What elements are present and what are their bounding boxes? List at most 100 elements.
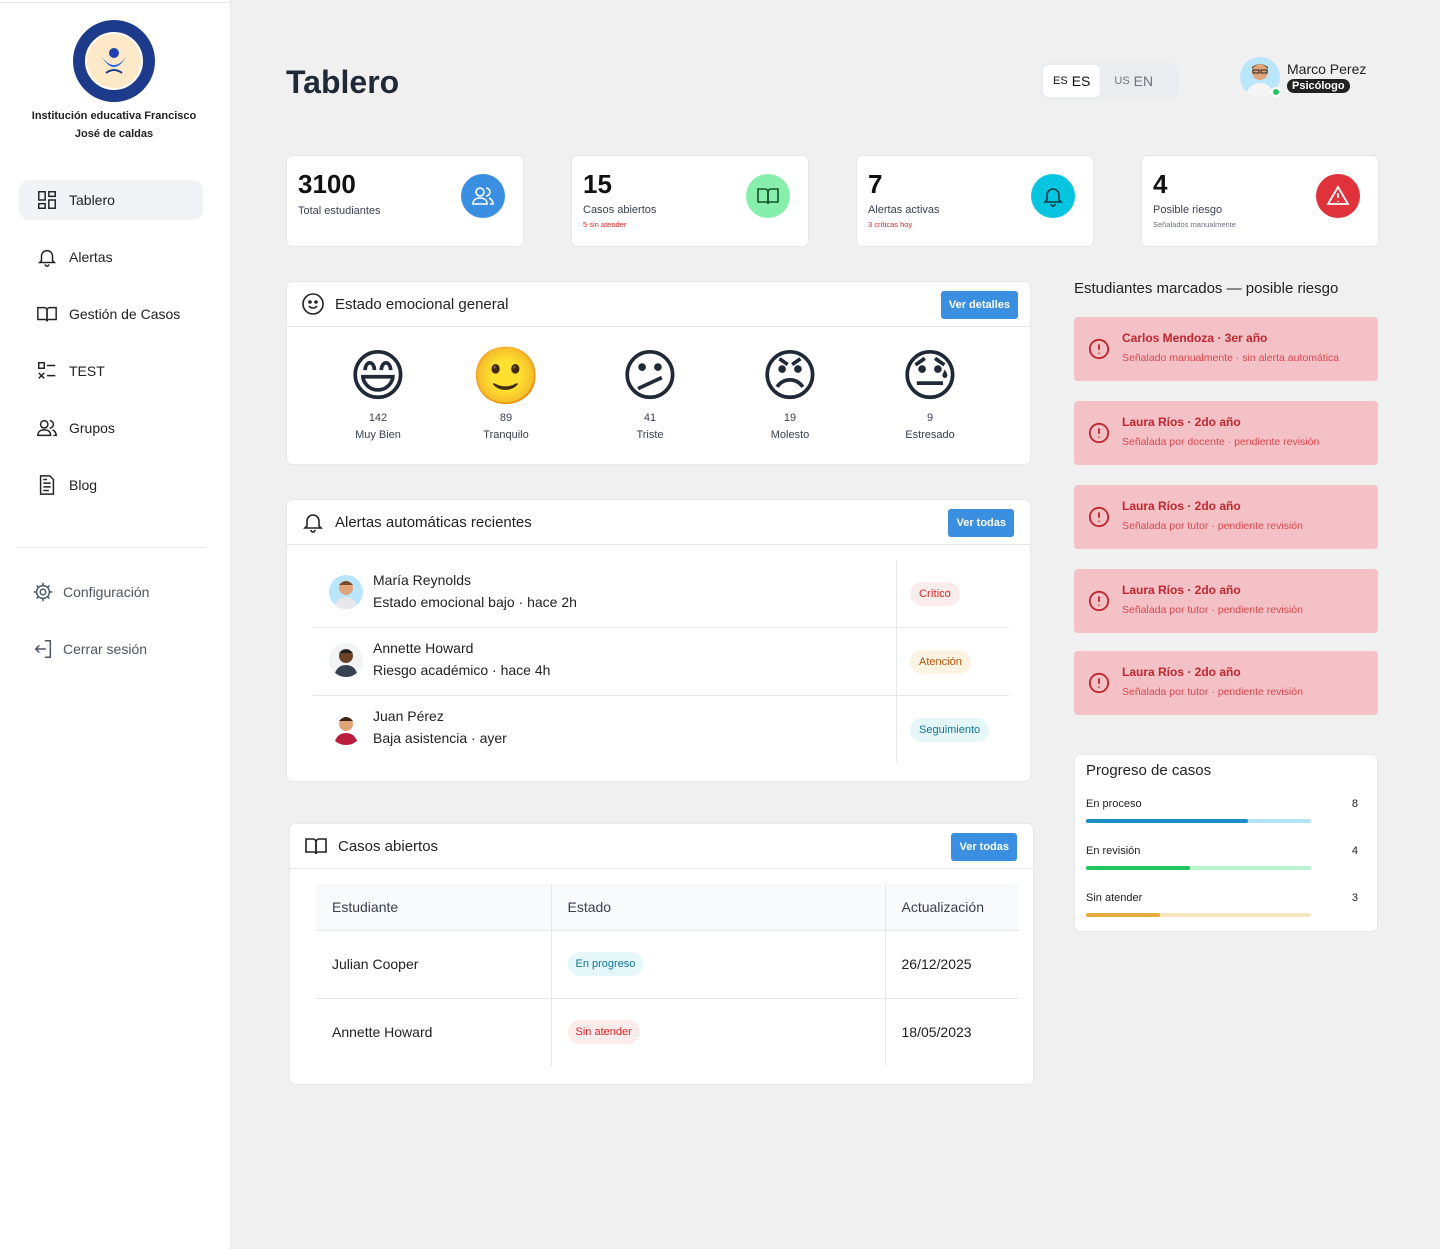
risk-desc: Señalado manualmente · sin alerta automá… xyxy=(1122,352,1340,364)
nav-item-test[interactable]: TEST xyxy=(19,351,203,391)
stat-label: Posible riesgo xyxy=(1153,204,1223,216)
risk-card[interactable]: Laura Ríos · 2do año Señalada por docent… xyxy=(1074,401,1378,465)
student-cell: Annette Howard xyxy=(332,1024,433,1041)
view-details-button[interactable]: Ver detalles xyxy=(940,291,1018,319)
stat-value: 7 xyxy=(868,169,883,199)
risk-student-name: Carlos Mendoza · 3er año xyxy=(1122,331,1268,345)
view-all-cases-button[interactable]: Ver todas xyxy=(951,833,1017,861)
nav-label: Grupos xyxy=(69,420,115,436)
nav-item-gestion-casos[interactable]: Gestión de Casos xyxy=(19,294,203,334)
settings-link[interactable]: Configuración xyxy=(32,580,149,604)
nav-item-blog[interactable]: Blog xyxy=(19,465,203,505)
emotion-name: Estresado xyxy=(905,429,955,441)
date-cell: 26/12/2025 xyxy=(884,930,1019,999)
alert-row[interactable]: Juan Pérez Baja asistencia · ayer Seguim… xyxy=(313,696,1009,764)
stat-label: Casos abiertos xyxy=(583,204,657,216)
panel-title: Progreso de casos xyxy=(1086,762,1212,779)
risk-desc: Señalada por tutor · pendiente revisión xyxy=(1122,604,1303,616)
smiling-face-icon: 🙂 xyxy=(471,344,541,409)
risk-desc: Señalada por tutor · pendiente revisión xyxy=(1122,686,1303,698)
settings-label: Configuración xyxy=(63,584,150,600)
view-all-alerts-button[interactable]: Ver todas xyxy=(948,509,1014,537)
risk-desc: Señalada por tutor · pendiente revisión xyxy=(1122,520,1303,532)
emotion-name: Tranquilo xyxy=(483,429,529,441)
lang-es-button[interactable]: ES ES xyxy=(1043,65,1101,97)
case-progress-panel: Progreso de casos En proceso 8 En revisi… xyxy=(1074,754,1378,932)
risk-card[interactable]: Carlos Mendoza · 3er año Señalado manual… xyxy=(1074,317,1378,381)
cases-table: Estudiante Estado Actualización Julian C… xyxy=(316,884,1019,1066)
book-icon xyxy=(305,838,327,855)
column-header-updated[interactable]: Actualización xyxy=(884,884,1019,931)
risk-card[interactable]: Laura Ríos · 2do año Señalada por tutor … xyxy=(1074,569,1378,633)
nav-item-alertas[interactable]: Alertas xyxy=(19,237,203,277)
nav-label: Blog xyxy=(69,477,98,493)
risk-card[interactable]: Laura Ríos · 2do año Señalada por tutor … xyxy=(1074,485,1378,549)
emotion-count: 41 xyxy=(643,412,657,424)
alert-row[interactable]: Annette Howard Riesgo académico · hace 4… xyxy=(313,628,1009,696)
confused-face-icon: 😕 xyxy=(620,344,680,409)
alert-desc: Estado emocional bajo · hace 2h xyxy=(373,594,577,610)
book-icon xyxy=(746,174,790,218)
status-cell: En progreso xyxy=(550,930,885,999)
progress-label: En proceso xyxy=(1086,798,1142,810)
alert-circle-icon xyxy=(1088,590,1110,612)
panel-title: Alertas automáticas recientes xyxy=(335,513,532,531)
nav-divider xyxy=(16,547,206,548)
alert-row[interactable]: María Reynolds Estado emocional bajo · h… xyxy=(313,560,1009,628)
risk-card[interactable]: Laura Ríos · 2do año Señalada por tutor … xyxy=(1074,651,1378,715)
avatar xyxy=(329,575,363,609)
flag-us: US xyxy=(1114,75,1130,87)
nav-label: Tablero xyxy=(69,192,115,208)
stat-value: 4 xyxy=(1153,169,1168,199)
user-avatar[interactable] xyxy=(1240,57,1281,97)
progress-fill xyxy=(1086,819,1248,823)
status-badge: Sin atender xyxy=(567,1020,640,1045)
book-icon xyxy=(37,306,57,322)
stat-label: Total estudiantes xyxy=(298,205,381,217)
table-row[interactable]: Annette Howard Sin atender 18/05/2023 xyxy=(316,998,1019,1066)
emotion-stressed: 😓 9 Estresado xyxy=(885,344,975,441)
logout-icon xyxy=(34,640,52,658)
open-cases-panel: Casos abiertos Ver todas Estudiante Esta… xyxy=(289,823,1034,1085)
nav-label: Gestión de Casos xyxy=(69,306,181,322)
logout-link[interactable]: Cerrar sesión xyxy=(32,637,147,661)
progress-value: 3 xyxy=(1351,892,1358,904)
stat-card-risk: 4 Posible riesgo Señalados manualmente xyxy=(1141,155,1379,247)
progress-fill xyxy=(1086,866,1190,870)
emotion-sad: 😕 41 Triste xyxy=(605,344,695,441)
column-header-status[interactable]: Estado xyxy=(550,884,885,931)
table-row[interactable]: Julian Cooper En progreso 26/12/2025 xyxy=(316,930,1019,999)
emotion-count: 19 xyxy=(783,412,797,424)
sidebar: Institución educativa Francisco José de … xyxy=(0,0,231,1249)
document-icon xyxy=(39,475,55,495)
stat-sub: 3 críticas hoy xyxy=(868,220,913,229)
stat-card-alerts: 7 Alertas activas 3 críticas hoy xyxy=(856,155,1094,247)
avatar xyxy=(329,643,363,677)
warning-icon xyxy=(1316,174,1360,218)
user-role-badge: Psicólogo xyxy=(1287,79,1350,93)
stat-value: 15 xyxy=(583,169,612,199)
column-header-student[interactable]: Estudiante xyxy=(316,884,551,931)
user-name: Marco Perez xyxy=(1287,61,1367,77)
nav-item-tablero[interactable]: Tablero xyxy=(19,180,203,220)
online-status-dot xyxy=(1271,87,1281,97)
institution-name: Institución educativa Francisco José de … xyxy=(31,110,197,140)
progress-track xyxy=(1086,913,1311,917)
lang-en-button[interactable]: US EN xyxy=(1104,65,1163,97)
users-icon xyxy=(37,419,57,437)
institution-logo xyxy=(73,20,155,102)
emotion-count: 142 xyxy=(368,412,388,424)
panel-header: Casos abiertos xyxy=(290,824,1033,869)
panel-header: Alertas automáticas recientes xyxy=(287,500,1030,545)
angry-face-icon: 😠 xyxy=(760,344,820,409)
nav-item-grupos[interactable]: Grupos xyxy=(19,408,203,448)
progress-value: 4 xyxy=(1351,845,1358,857)
bell-icon xyxy=(1031,174,1075,218)
stat-card-cases: 15 Casos abiertos 5 sin atender xyxy=(571,155,809,247)
smile-icon xyxy=(302,293,324,315)
dashboard-icon xyxy=(38,191,56,209)
checklist-icon xyxy=(38,362,56,379)
lang-label: EN xyxy=(1133,73,1154,89)
alert-circle-icon xyxy=(1088,672,1110,694)
users-icon xyxy=(461,174,505,218)
